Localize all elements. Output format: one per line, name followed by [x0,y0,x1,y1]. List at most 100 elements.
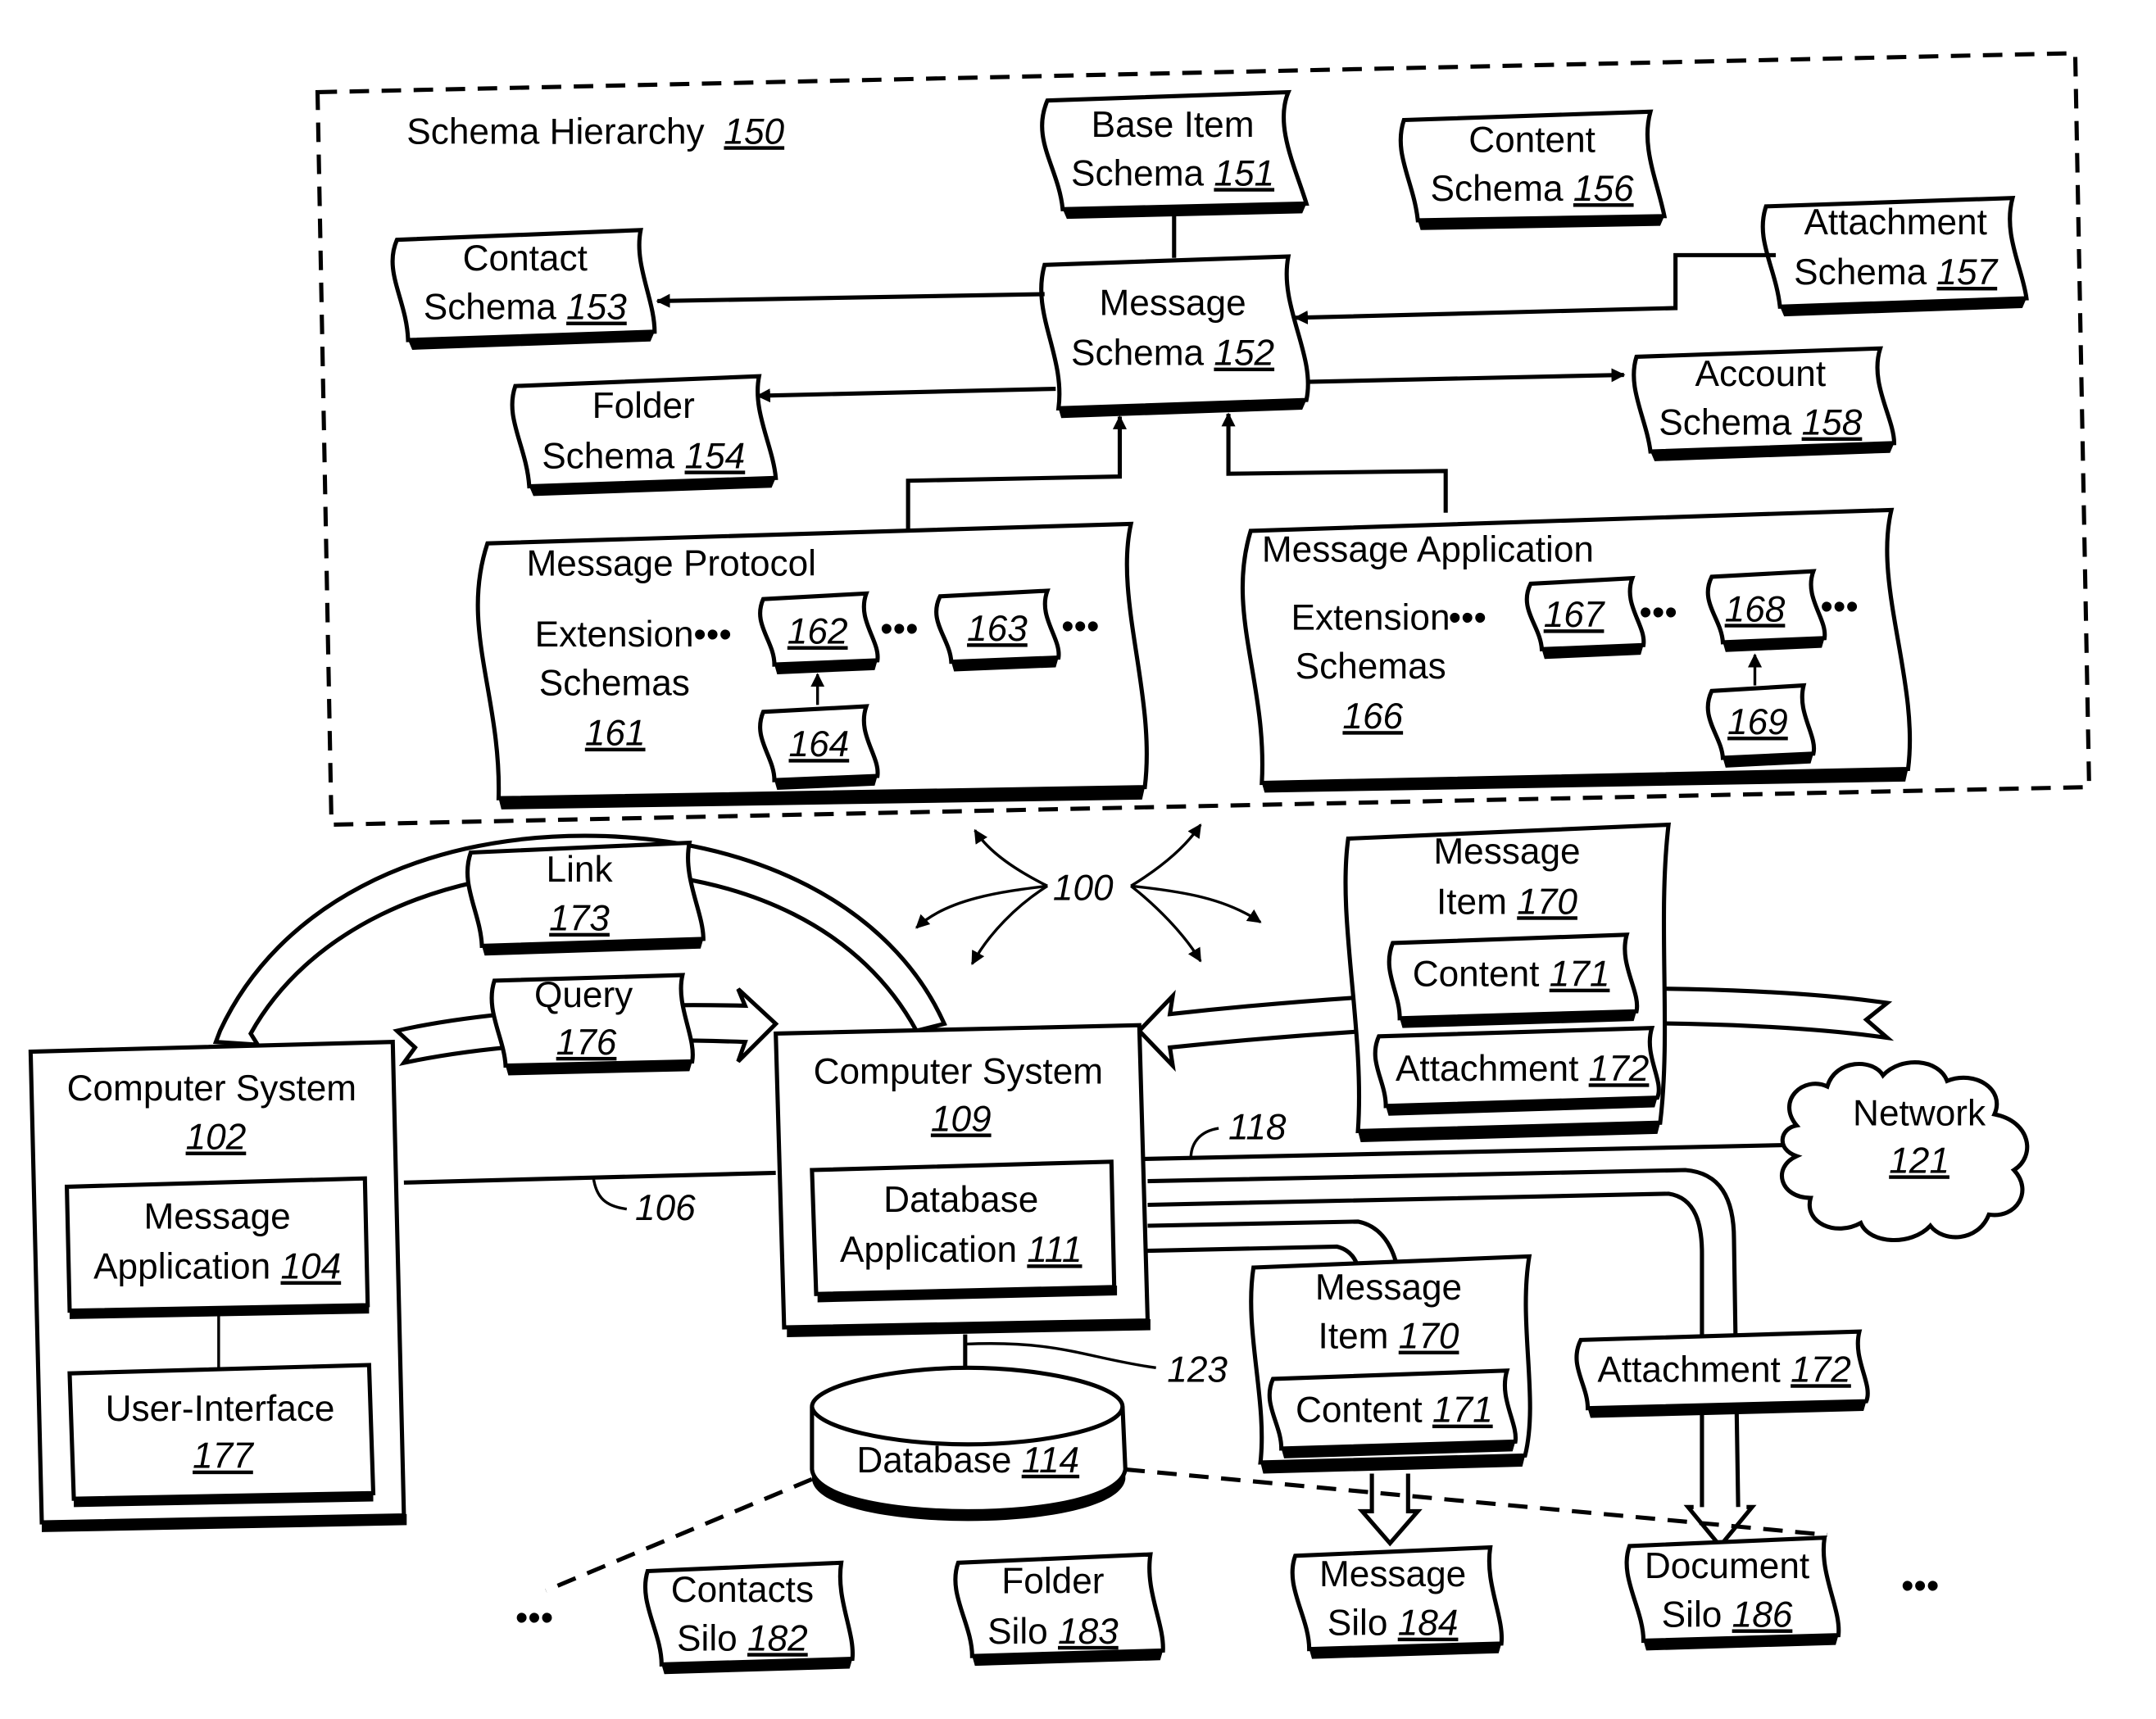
svg-text:177: 177 [193,1436,254,1476]
silo-folder-183: Folder Silo 183 [953,1552,1165,1667]
silo-message-184: Message Silo 184 [1290,1544,1505,1659]
svg-text:Message Protocol: Message Protocol [526,543,816,583]
lan-connection [403,1170,776,1185]
svg-text:109: 109 [931,1099,992,1139]
svg-text:102: 102 [186,1118,247,1158]
svg-text:Schemas: Schemas [539,663,690,703]
svg-text:Item 170: Item 170 [1319,1317,1459,1357]
svg-text:Schema 153: Schema 153 [424,288,627,328]
svg-text:Silo 184: Silo 184 [1328,1603,1459,1644]
schema-168: 168 [1705,569,1827,652]
svg-text:Message Application: Message Application [1262,529,1594,569]
svg-text:Attachment: Attachment [1804,202,1986,243]
svg-text:Silo 182: Silo 182 [677,1618,808,1658]
svg-text:123: 123 [1167,1349,1228,1390]
svg-text:166: 166 [1342,696,1403,737]
svg-text:Application 111: Application 111 [840,1230,1083,1270]
schema-diagram: Schema Hierarchy 150 Base Item Schema 151… [28,51,2092,1675]
schema-hierarchy-label: Schema Hierarchy 150 [406,111,784,152]
message-application-104: Message Application 104 [64,1176,370,1319]
svg-text:Item 170: Item 170 [1437,882,1577,922]
user-interface-177: User-Interface 177 [67,1363,376,1508]
svg-text:Silo 183: Silo 183 [987,1612,1119,1652]
svg-text:•••: ••• [880,609,918,649]
svg-text:Message: Message [1099,283,1246,323]
svg-text:169: 169 [1727,702,1788,742]
svg-text:Folder: Folder [592,386,695,426]
svg-text:Document: Document [1645,1546,1809,1586]
account-schema: Account Schema 158 [1632,346,1897,461]
svg-text:Contact: Contact [463,238,588,279]
svg-text:121: 121 [1889,1141,1949,1181]
svg-text:106: 106 [635,1188,696,1228]
arrow-message-to-account [1306,368,1626,384]
svg-text:Link: Link [547,850,614,890]
svg-text:162: 162 [788,612,848,652]
svg-text:Computer System: Computer System [67,1068,356,1109]
svg-text:Database: Database [883,1180,1038,1220]
svg-text:Extension: Extension [535,615,694,655]
attachment-172-top: Attachment 172 [1373,1025,1661,1116]
svg-text:118: 118 [1228,1108,1287,1148]
svg-text:•••: ••• [1639,592,1677,633]
schema-162: 162 [758,591,880,674]
svg-text:161: 161 [585,714,646,754]
svg-text:Schema 151: Schema 151 [1071,153,1274,193]
svg-text:173: 173 [549,899,610,939]
svg-text:Content 171: Content 171 [1413,955,1610,995]
arrow-attachment-to-message [1293,252,1777,324]
content-schema: Content Schema 156 [1398,109,1668,230]
arrow-protocol-to-message [906,415,1127,530]
svg-text:Schema 158: Schema 158 [1659,403,1862,443]
svg-text:Schemas: Schemas [1296,646,1446,687]
attachment-172-bottom: Attachment 172 [1574,1329,1870,1418]
svg-text:176: 176 [556,1023,617,1063]
svg-text:Silo 186: Silo 186 [1662,1594,1793,1635]
silo-contacts-182: Contacts Silo 182 [642,1560,856,1675]
svg-text:Application 104: Application 104 [93,1247,341,1287]
contact-schema: Contact Schema 153 [390,228,657,350]
message-schema: Message Schema 152 [1039,254,1310,419]
arrow-message-to-contact [656,292,1045,308]
svg-text:Schema 156: Schema 156 [1431,169,1634,209]
link-document: Link 173 [465,840,706,956]
svg-text:Message: Message [1315,1268,1462,1308]
svg-text:Database 114: Database 114 [856,1440,1079,1481]
schema-167: 167 [1524,575,1646,660]
svg-text:Schema 154: Schema 154 [542,436,745,476]
svg-text:Network: Network [1853,1094,1986,1134]
svg-text:User-Interface: User-Interface [106,1389,335,1429]
schema-164: 164 [758,704,880,791]
svg-text:Account: Account [1695,354,1827,394]
schema-169: 169 [1705,683,1817,768]
database-application-111: Database Application 111 [810,1159,1118,1303]
svg-text:164: 164 [789,724,850,764]
arrow-message-to-folder [756,386,1056,403]
svg-text:Base Item: Base Item [1092,105,1255,145]
svg-text:Message: Message [144,1196,291,1236]
network-121: Network 121 [1780,1059,2030,1243]
svg-text:Message: Message [1319,1554,1466,1594]
query-document: Query 176 [489,973,695,1076]
svg-text:Extension: Extension [1291,598,1450,638]
svg-text:Computer System: Computer System [814,1052,1103,1092]
database-114: Database 114 [810,1365,1128,1522]
attachment-schema: Attachment Schema 157 [1760,196,2029,317]
content-171-top: Content 171 [1387,932,1640,1028]
svg-text:•••: ••• [693,615,731,655]
arrow-application-to-message [1221,412,1448,513]
svg-text:Attachment 172: Attachment 172 [1597,1349,1850,1390]
folder-schema: Folder Schema 154 [510,374,778,497]
system-ref-100: 100 [1053,868,1114,908]
content-171-bottom: Content 171 [1267,1368,1518,1458]
svg-text:163: 163 [967,609,1028,649]
svg-text:Attachment 172: Attachment 172 [1396,1049,1649,1089]
schema-163: 163 [934,588,1061,672]
svg-text:Schema 157: Schema 157 [1794,252,1998,293]
svg-text:167: 167 [1544,595,1605,635]
svg-text:Folder: Folder [1001,1562,1104,1602]
svg-text:•••: ••• [1449,598,1487,638]
svg-text:•••: ••• [1820,587,1858,627]
base-item-schema: Base Item Schema 151 [1040,89,1309,220]
svg-text:•••: ••• [515,1598,553,1638]
